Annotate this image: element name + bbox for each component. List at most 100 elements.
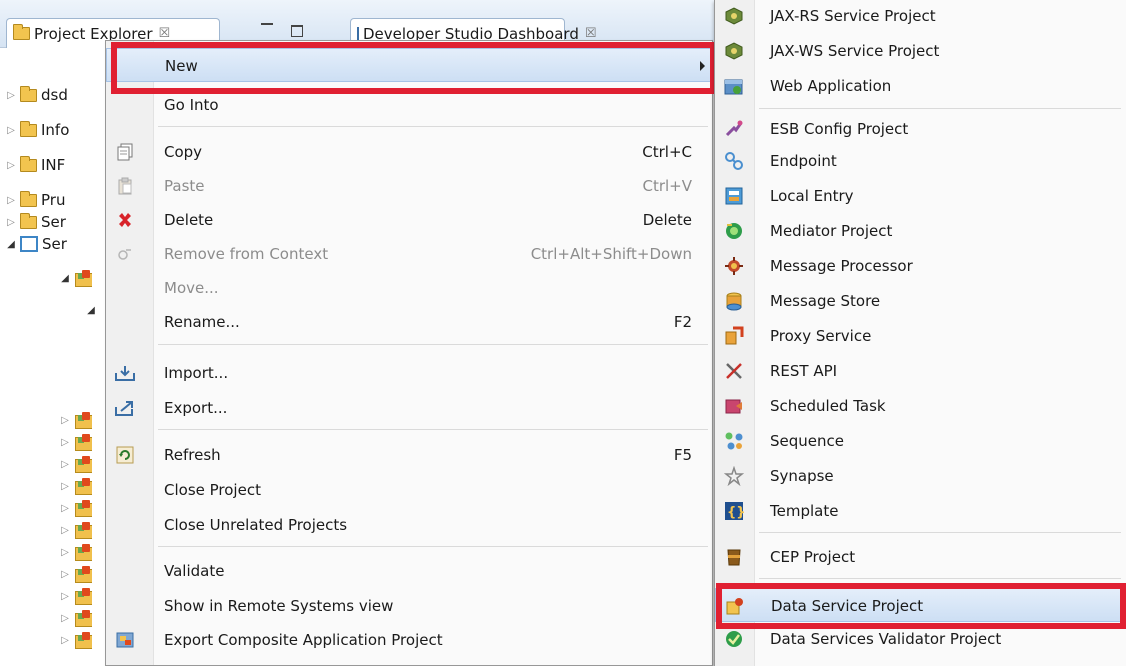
tree-item-label: dsd <box>41 86 68 104</box>
submenu-item-scheduled-task[interactable]: Scheduled Task <box>715 389 1125 423</box>
submenu-item-synapse[interactable]: Synapse <box>715 459 1125 493</box>
tree-child-item[interactable]: ▷ <box>60 454 92 474</box>
submenu-item-cep-project[interactable]: CEP Project <box>715 540 1125 574</box>
menu-item-move[interactable]: Move... <box>106 271 712 305</box>
menu-item-remove-from-context[interactable]: Remove from Context Ctrl+Alt+Shift+Down <box>106 237 712 271</box>
menu-item-rename[interactable]: Rename... F2 <box>106 305 712 339</box>
import-icon <box>114 362 136 384</box>
expand-twisty-icon[interactable]: ▷ <box>6 160 16 171</box>
collapse-twisty-icon[interactable]: ◢ <box>6 239 16 250</box>
tree-item[interactable]: ◢ Ser <box>6 234 67 254</box>
menu-item-paste[interactable]: Paste Ctrl+V <box>106 169 712 203</box>
menu-item-shortcut: Ctrl+V <box>642 177 692 195</box>
expand-twisty-icon[interactable]: ▷ <box>60 525 70 536</box>
menu-item-label: Go Into <box>164 96 219 114</box>
menu-item-refresh[interactable]: Refresh F5 <box>106 438 712 472</box>
project-icon <box>74 478 92 495</box>
menu-item-label: Import... <box>164 364 229 382</box>
tree-item[interactable]: ▷ Info <box>6 120 69 140</box>
context-menu: New Go Into Copy Ctrl+C Paste Ctrl+V Del… <box>105 40 713 666</box>
project-icon <box>74 566 92 583</box>
tree-item-label: Ser <box>41 213 66 231</box>
expand-twisty-icon[interactable]: ▷ <box>6 195 16 206</box>
submenu-item-rest-api[interactable]: REST API <box>715 354 1125 388</box>
menu-item-new[interactable]: New <box>106 48 712 82</box>
tree-child-item[interactable]: ▷ <box>60 542 92 562</box>
submenu-item-message-store[interactable]: Message Store <box>715 284 1125 318</box>
expand-twisty-icon[interactable]: ▷ <box>60 481 70 492</box>
tree-child-item[interactable]: ▷ <box>60 608 92 628</box>
data-service-icon <box>725 596 745 616</box>
message-store-icon <box>724 291 744 311</box>
rest-api-icon <box>724 361 744 381</box>
menu-item-show-in-remote-systems[interactable]: Show in Remote Systems view <box>106 589 712 623</box>
tree-item[interactable]: ▷ Ser <box>6 212 66 232</box>
folder-icon <box>20 155 37 172</box>
submenu-item-proxy-service[interactable]: Proxy Service <box>715 319 1125 353</box>
maximize-view-icon[interactable] <box>291 25 303 37</box>
submenu-item-message-processor[interactable]: Message Processor <box>715 249 1125 283</box>
tree-child-item[interactable]: ▷ <box>60 564 92 584</box>
menu-item-shortcut: Ctrl+C <box>642 143 692 161</box>
tree-child-item[interactable]: ▷ <box>60 432 92 452</box>
expand-twisty-icon[interactable]: ▷ <box>60 547 70 558</box>
tree-item-label: Info <box>41 121 70 139</box>
tree-item[interactable]: ▷ Pru <box>6 190 65 210</box>
tree-item[interactable]: ▷ INF <box>6 155 65 175</box>
menu-item-go-into[interactable]: Go Into <box>106 88 712 122</box>
scheduled-task-icon <box>724 396 744 416</box>
menu-item-label: Export Composite Application Project <box>164 631 443 649</box>
tree-child-item[interactable]: ▷ <box>60 520 92 540</box>
submenu-item-web-application[interactable]: Web Application <box>715 69 1125 103</box>
close-icon[interactable]: ☒ <box>159 26 171 41</box>
tree-child-item[interactable]: ▷ <box>60 476 92 496</box>
expand-twisty-icon[interactable]: ▷ <box>6 217 16 228</box>
copy-icon <box>114 141 136 163</box>
menu-item-export[interactable]: Export... <box>106 391 712 425</box>
menu-item-close-project[interactable]: Close Project <box>106 473 712 507</box>
submenu-item-local-entry[interactable]: Local Entry <box>715 179 1125 213</box>
menu-item-export-composite-application[interactable]: Export Composite Application Project <box>106 623 712 657</box>
expand-twisty-icon[interactable]: ▷ <box>60 613 70 624</box>
menu-item-validate[interactable]: Validate <box>106 554 712 588</box>
menu-item-copy[interactable]: Copy Ctrl+C <box>106 135 712 169</box>
menu-item-label: Refresh <box>164 446 221 464</box>
submenu-item-data-service-project[interactable]: Data Service Project <box>715 588 1125 622</box>
submenu-item-endpoint[interactable]: Endpoint <box>715 144 1125 178</box>
submenu-item-label: Message Processor <box>770 257 913 275</box>
expand-twisty-icon[interactable]: ▷ <box>60 503 70 514</box>
tree-child-item[interactable]: ▷ <box>60 586 92 606</box>
submenu-item-label: Scheduled Task <box>770 397 886 415</box>
menu-item-label: Validate <box>164 562 225 580</box>
expand-twisty-icon[interactable]: ▷ <box>60 415 70 426</box>
minimize-view-icon[interactable] <box>261 23 273 33</box>
submenu-item-mediator-project[interactable]: Mediator Project <box>715 214 1125 248</box>
expand-twisty-icon[interactable]: ▷ <box>60 635 70 646</box>
submenu-item-esb-config-project[interactable]: ESB Config Project <box>715 112 1125 146</box>
tree-child-item[interactable]: ◢ <box>86 300 96 320</box>
tree-item[interactable]: ▷ dsd <box>6 85 68 105</box>
submenu-item-jax-rs-service-project[interactable]: JAX-RS Service Project <box>715 0 1125 33</box>
expand-twisty-icon[interactable]: ▷ <box>60 459 70 470</box>
menu-separator <box>759 578 1121 579</box>
expand-twisty-icon[interactable]: ▷ <box>6 125 16 136</box>
expand-twisty-icon[interactable]: ▷ <box>60 591 70 602</box>
local-entry-icon <box>724 186 744 206</box>
menu-item-import[interactable]: Import... <box>106 356 712 390</box>
tree-child-item[interactable]: ▷ <box>60 498 92 518</box>
tree-child-item[interactable]: ▷ <box>60 410 92 430</box>
submenu-item-template[interactable]: {} Template <box>715 494 1125 528</box>
expand-twisty-icon[interactable]: ▷ <box>60 437 70 448</box>
tree-child-item[interactable]: ▷ <box>60 630 92 650</box>
menu-item-close-unrelated-projects[interactable]: Close Unrelated Projects <box>106 508 712 542</box>
expand-twisty-icon[interactable]: ▷ <box>6 90 16 101</box>
close-icon[interactable]: ☒ <box>585 26 597 41</box>
submenu-item-sequence[interactable]: Sequence <box>715 424 1125 458</box>
submenu-item-jax-ws-service-project[interactable]: JAX-WS Service Project <box>715 34 1125 68</box>
expand-twisty-icon[interactable]: ▷ <box>60 569 70 580</box>
collapse-twisty-icon[interactable]: ◢ <box>60 273 70 284</box>
submenu-item-data-services-validator-project[interactable]: Data Services Validator Project <box>715 622 1125 656</box>
tree-child-item[interactable]: ◢ <box>60 268 92 288</box>
menu-item-delete[interactable]: Delete Delete <box>106 203 712 237</box>
collapse-twisty-icon[interactable]: ◢ <box>86 305 96 316</box>
